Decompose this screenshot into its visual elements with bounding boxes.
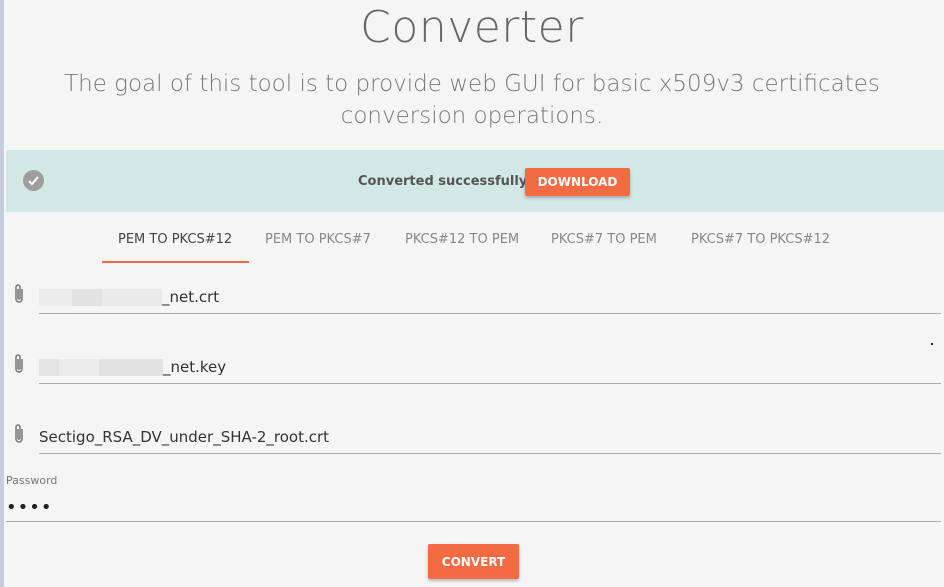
check-circle-icon: [23, 170, 44, 191]
success-banner: Converted successfully! DOWNLOAD: [6, 150, 944, 212]
paperclip-icon[interactable]: [11, 423, 27, 445]
redacted-filename: [99, 359, 163, 376]
redacted-filename: [39, 359, 59, 376]
chain-file-name: Sectigo_RSA_DV_under_SHA-2_root.crt: [39, 428, 330, 446]
redacted-filename: [59, 359, 99, 376]
tab-pem-to-pkcs12[interactable]: PEM TO PKCS#12: [118, 232, 232, 247]
key-file-field[interactable]: _net.key: [39, 353, 941, 384]
stray-pixel: [931, 343, 933, 345]
page-subtitle: The goal of this tool is to provide web …: [64, 71, 880, 129]
page-title: Converter: [360, 2, 584, 53]
key-file-input[interactable]: _net.key: [0, 353, 944, 393]
password-value: ••••: [6, 497, 53, 518]
password-field[interactable]: ••••: [6, 494, 941, 522]
conversion-tabs: PEM TO PKCS#12 PEM TO PKCS#7 PKCS#12 TO …: [0, 222, 944, 264]
success-message: Converted successfully!: [358, 174, 534, 189]
download-button[interactable]: DOWNLOAD: [525, 168, 630, 196]
paperclip-icon[interactable]: [11, 283, 27, 305]
chain-file-input[interactable]: Sectigo_RSA_DV_under_SHA-2_root.crt: [0, 423, 944, 463]
certificate-file-input[interactable]: _net.crt: [0, 283, 944, 323]
password-label: Password: [6, 474, 58, 487]
redacted-filename: [39, 289, 72, 306]
tab-pkcs7-to-pem[interactable]: PKCS#7 TO PEM: [551, 232, 657, 247]
redacted-filename: [72, 289, 102, 306]
certificate-file-field[interactable]: _net.crt: [39, 283, 941, 314]
tab-pkcs12-to-pem[interactable]: PKCS#12 TO PEM: [405, 232, 519, 247]
active-tab-indicator: [102, 261, 249, 263]
certificate-file-name: _net.crt: [162, 288, 220, 306]
tab-pkcs7-to-pkcs12[interactable]: PKCS#7 TO PKCS#12: [691, 232, 830, 247]
convert-button[interactable]: CONVERT: [428, 544, 519, 579]
chain-file-field[interactable]: Sectigo_RSA_DV_under_SHA-2_root.crt: [39, 423, 941, 454]
paperclip-icon[interactable]: [11, 353, 27, 375]
tab-pem-to-pkcs7[interactable]: PEM TO PKCS#7: [265, 232, 371, 247]
redacted-filename: [102, 289, 162, 306]
key-file-name: _net.key: [163, 358, 227, 376]
